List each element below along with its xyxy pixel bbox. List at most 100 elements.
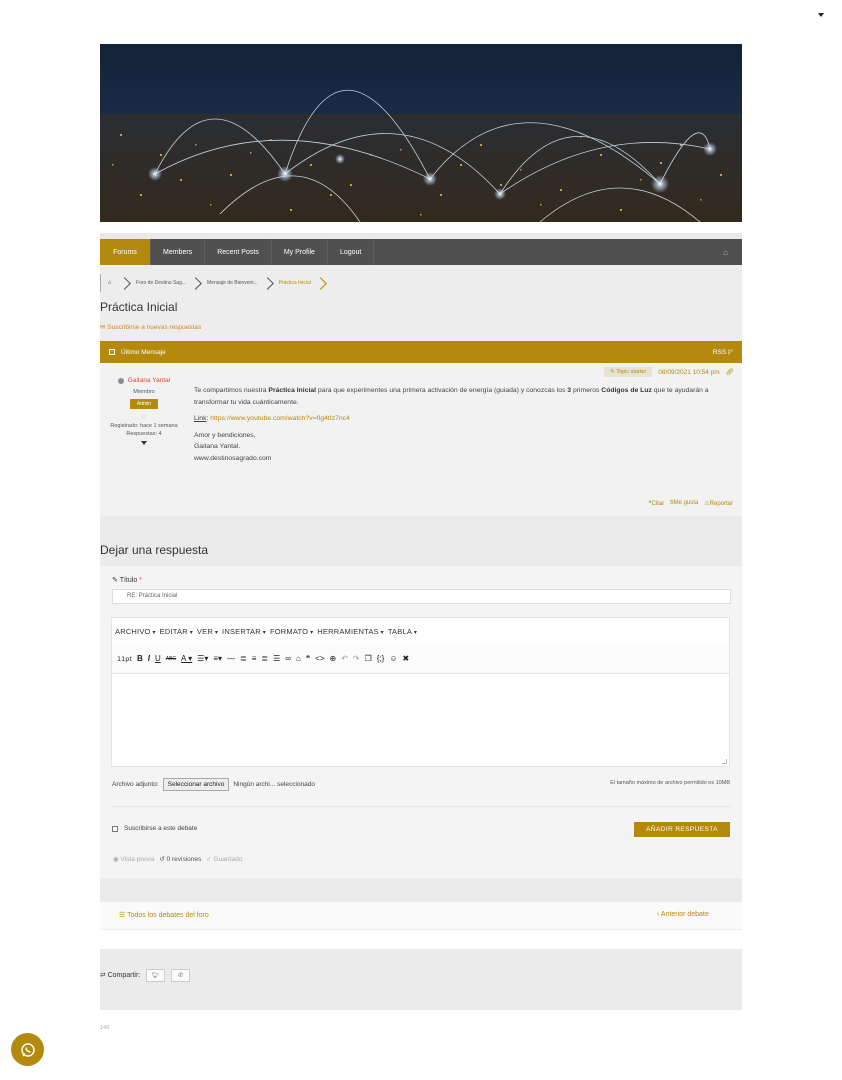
post-content: Te compartimos nuestra Práctica Inicial … [194, 385, 734, 464]
code-icon[interactable]: <> [315, 654, 324, 663]
nav-my-profile[interactable]: My Profile [272, 239, 328, 265]
like-label: Me gusta [673, 500, 699, 506]
subscribe-checkbox[interactable] [112, 825, 118, 832]
menu-formato[interactable]: FORMATO [270, 627, 313, 636]
post-actions: ❝Citar ✋︎Me gusta ⚠︎Reportar [648, 500, 733, 507]
font-size-select[interactable]: 11pt [117, 655, 132, 663]
blockquote-icon[interactable]: ❝ [306, 654, 310, 663]
add-reply-button[interactable]: AÑADIR RESPUESTA [634, 822, 730, 837]
collapse-icon[interactable]: - [109, 349, 115, 355]
insert-icon[interactable]: ⊕ [330, 654, 337, 663]
title-input[interactable]: RE: Práctica Inicial [112, 589, 731, 604]
strikethrough-icon[interactable]: ABC [166, 656, 176, 662]
subscribe-new-replies-link[interactable]: ✉ Suscribirse a nuevas respuestas [100, 323, 201, 331]
rss-link[interactable]: RSS ◸ [713, 348, 733, 356]
editor-toolbar: 11pt B I U ABC A ▾ ☰▾ ≡▾ — ≣ ≡ ≣ ☰ ∞ ⌂ ❝… [112, 644, 729, 674]
menu-tabla[interactable]: TABLA [388, 627, 417, 636]
chevron-right-icon [189, 276, 202, 290]
nav-members[interactable]: Members [151, 239, 206, 265]
menu-editar[interactable]: EDITAR [160, 627, 193, 636]
closing-line-2: Gaitana Yantal. [194, 443, 241, 450]
italic-icon[interactable]: I [148, 654, 150, 663]
author-name[interactable]: Gaitana Yantal [128, 377, 170, 384]
redo-icon[interactable]: ↷ [353, 654, 360, 663]
breadcrumb-topic[interactable]: Mensaje de Bienveni... [207, 280, 258, 286]
whatsapp-share-button[interactable]: ✆ [171, 969, 191, 982]
rich-text-editor[interactable]: ARCHIVO EDITAR VER INSERTAR FORMATO HERR… [111, 617, 730, 767]
subscribe-link-label: Suscribirse a nuevas respuestas [107, 324, 202, 331]
menu-insertar[interactable]: INSERTAR [222, 627, 266, 636]
author-role: Miembro [133, 389, 155, 395]
link-label: Link [194, 415, 207, 422]
choose-file-button[interactable]: Seleccionar archivo [162, 778, 230, 791]
reply-heading: Dejar una respuesta [100, 543, 209, 557]
nav-forums[interactable]: Forums [100, 239, 151, 265]
whatsapp-icon [20, 1042, 35, 1057]
account-dropdown-caret[interactable] [818, 13, 824, 17]
chevron-right-icon [313, 276, 327, 290]
previous-topic-label: Anterior debate [660, 911, 709, 918]
revisions-link[interactable]: ↺ 0 revisiones [159, 855, 201, 863]
align-justify-icon[interactable]: ☰ [273, 654, 280, 663]
city-network-image [100, 44, 742, 222]
link-icon[interactable]: 🔗︎ [726, 368, 734, 376]
horizontal-rule-icon[interactable]: — [227, 654, 235, 663]
align-right-icon[interactable]: ≣ [261, 654, 268, 663]
subscribe-topic-row[interactable]: Suscribirse a este debate [112, 825, 197, 832]
section-gap [100, 878, 742, 902]
menu-archivo[interactable]: ARCHIVO [115, 627, 156, 636]
quote-button[interactable]: ❝Citar [648, 500, 664, 507]
text-color-icon[interactable]: A ▾ [181, 654, 192, 663]
title-label-text: Título [119, 577, 138, 584]
undo-icon[interactable]: ↶ [341, 654, 348, 663]
topic-starter-badge: ✎ Topic starter [604, 367, 653, 377]
previous-topic-link[interactable]: ‹ Anterior debate [657, 911, 709, 918]
saved-label: Guardado [213, 856, 243, 863]
history-icon: ↺ [159, 856, 165, 863]
divider [112, 806, 731, 807]
nav-logout[interactable]: Logout [328, 239, 375, 265]
like-button[interactable]: ✋︎Me gusta [670, 500, 698, 507]
preview-link[interactable]: ◉ Vista previa [113, 855, 154, 863]
source-code-icon[interactable]: {;} [377, 654, 385, 663]
align-center-icon[interactable]: ≡ [252, 654, 257, 663]
resize-handle[interactable] [722, 759, 727, 764]
emoji-icon[interactable]: ☺ [389, 654, 397, 663]
bold-icon[interactable]: B [137, 654, 143, 663]
menu-ver[interactable]: VER [197, 627, 218, 636]
menu-herramientas[interactable]: HERRAMIENTAS [317, 627, 384, 636]
closing-line-3: www.destinosagrado.com [194, 454, 272, 462]
breadcrumb-current: Práctica Inicial [278, 280, 311, 286]
share-label-text: Compartir: [107, 971, 141, 979]
post-header-title: Último Mensaje [121, 348, 166, 356]
youtube-link[interactable]: https://www.youtube.com/watch?v=fIg4tIz7… [210, 415, 350, 422]
bell-icon[interactable]: ⌂ [723, 239, 742, 265]
author-replies: Respuestas: 4 [126, 431, 162, 437]
closing-line-1: Amor y bendiciones, [194, 431, 256, 439]
home-icon[interactable]: ⌂ [100, 274, 118, 292]
caret-down-icon[interactable] [141, 441, 147, 445]
preview-label: Vista previa [120, 856, 155, 863]
chevron-left-icon: ‹ [657, 911, 660, 918]
link-icon[interactable]: ∞ [285, 654, 291, 663]
paste-icon[interactable]: ❐ [365, 654, 372, 663]
post-header: - Último Mensaje RSS ◸ [100, 341, 742, 363]
all-topics-label: Todos los debates del foro [127, 912, 209, 919]
breadcrumb-forum[interactable]: Foro de Destino Sag... [136, 280, 186, 286]
bullet-list-icon[interactable]: ☰▾ [197, 654, 208, 663]
nav-recent-posts[interactable]: Recent Posts [205, 239, 272, 265]
post-meta: ✎ Topic starter 08/09/2021 10:54 pm 🔗︎ [604, 367, 734, 377]
twitter-share-button[interactable]: 🐦︎ [146, 969, 166, 982]
align-left-icon[interactable]: ≣ [240, 654, 247, 663]
underline-icon[interactable]: U [155, 654, 161, 663]
envelope-icon: ✉ [100, 324, 106, 331]
unlink-icon[interactable]: ⌂ [296, 654, 301, 663]
report-button[interactable]: ⚠︎Reportar [704, 500, 733, 507]
fullscreen-icon[interactable]: ✖ [403, 654, 410, 663]
bold-text: Códigos de Luz [601, 387, 652, 394]
share-icon: ⮂ [100, 971, 106, 979]
whatsapp-chat-button[interactable] [11, 1033, 44, 1066]
all-topics-link[interactable]: ☰ Todos los debates del foro [119, 911, 209, 919]
numbered-list-icon[interactable]: ≡▾ [213, 654, 222, 663]
author-name-row[interactable]: Gaitana Yantal [100, 377, 188, 384]
